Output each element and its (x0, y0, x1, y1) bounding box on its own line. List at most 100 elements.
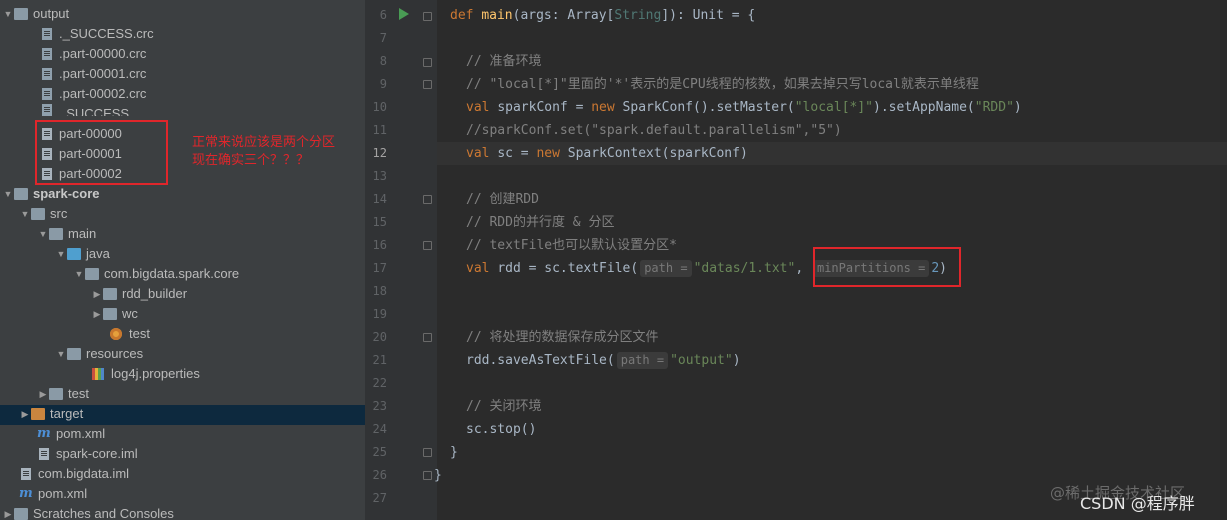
tree-item-root-pom[interactable]: m pom.xml (19, 484, 87, 504)
code-line-6[interactable]: def main(args: Array[String]): Unit = { (450, 4, 755, 27)
tree-item-test-folder[interactable]: ▶ test (37, 384, 89, 404)
chevron-down-icon[interactable]: ▼ (2, 184, 14, 204)
file-icon (39, 448, 49, 460)
code-line-15[interactable]: // RDD的并行度 & 分区 (466, 211, 614, 234)
tree-item-java[interactable]: ▼ java (55, 244, 110, 264)
tree-item-src[interactable]: ▼ src (19, 204, 68, 224)
project-tree-panel: ▼ output ._SUCCESS.crc .part-00000.crc .p… (0, 0, 365, 520)
code-line-16[interactable]: // textFile也可以默认设置分区* (466, 234, 677, 257)
fold-marker-icon[interactable] (423, 80, 432, 89)
tree-item-file[interactable]: .part-00001.crc (40, 64, 146, 84)
line-number: 25 (372, 445, 387, 459)
tree-item-file[interactable]: _SUCCESS (40, 104, 129, 116)
tree-item-test-object[interactable]: test (110, 324, 150, 344)
code-line-23[interactable]: // 关闭环境 (466, 395, 541, 418)
tree-item-wc[interactable]: ▶ wc (91, 304, 138, 324)
code-line-25[interactable]: } (450, 441, 458, 464)
param-hint-path: path = (616, 352, 669, 369)
code-line-24[interactable]: sc.stop() (466, 418, 536, 441)
line-number: 23 (372, 399, 387, 413)
tree-item-resources[interactable]: ▼ resources (55, 344, 144, 364)
minpartitions-highlight-box (813, 247, 961, 287)
code-line-20[interactable]: // 将处理的数据保存成分区文件 (466, 326, 658, 349)
tree-item-file[interactable]: .part-00000.crc (40, 44, 146, 64)
folder-icon (49, 228, 63, 240)
line-number: 22 (372, 376, 387, 390)
line-number: 24 (372, 422, 387, 436)
line-number: 15 (372, 215, 387, 229)
chevron-right-icon[interactable]: ▶ (37, 384, 49, 404)
tree-item-package[interactable]: ▼ com.bigdata.spark.core (73, 264, 240, 284)
fold-marker-icon[interactable] (423, 195, 432, 204)
fold-marker-icon[interactable] (423, 471, 432, 480)
file-icon (42, 68, 52, 80)
watermark-author: CSDN @程序胖 (1080, 494, 1195, 513)
tree-item-target[interactable]: ▶ target (19, 404, 84, 424)
line-number: 6 (379, 8, 387, 22)
tree-item-rdd-builder[interactable]: ▶ rdd_builder (91, 284, 188, 304)
code-line-9[interactable]: // "local[*]"里面的'*'表示的是CPU线程的核数，如果去掉只写lo… (466, 73, 979, 96)
tree-item-file[interactable]: ._SUCCESS.crc (40, 24, 154, 44)
properties-file-icon (92, 368, 104, 380)
fold-marker-icon[interactable] (423, 12, 432, 21)
package-icon (103, 288, 117, 300)
annotation-line-1: 正常来说应该是两个分区 (192, 135, 336, 150)
file-icon (21, 468, 31, 480)
line-number: 16 (372, 238, 387, 252)
chevron-right-icon[interactable]: ▶ (2, 504, 14, 520)
line-number: 20 (372, 330, 387, 344)
tree-item-iml[interactable]: spark-core.iml (37, 444, 138, 464)
source-folder-icon (67, 248, 81, 260)
scala-object-icon (110, 328, 122, 340)
folder-icon (31, 208, 45, 220)
fold-marker-icon[interactable] (423, 333, 432, 342)
module-folder-icon (14, 188, 28, 200)
tree-item-spark-core[interactable]: ▼ spark-core (2, 184, 100, 204)
chevron-right-icon[interactable]: ▶ (19, 404, 31, 424)
fold-marker-icon[interactable] (423, 58, 432, 67)
tree-item-scratches[interactable]: ▶ Scratches and Consoles (2, 504, 174, 520)
code-line-8[interactable]: // 准备环境 (466, 50, 541, 73)
file-icon (42, 48, 52, 60)
package-icon (85, 268, 99, 280)
folder-icon (14, 8, 28, 20)
line-number: 17 (372, 261, 387, 275)
line-number: 10 (372, 100, 387, 114)
tree-item-main[interactable]: ▼ main (37, 224, 97, 244)
chevron-down-icon[interactable]: ▼ (73, 264, 85, 284)
code-line-11[interactable]: //sparkConf.set("spark.default.paralleli… (466, 119, 842, 142)
run-icon[interactable] (399, 8, 409, 20)
line-number: 13 (372, 169, 387, 183)
tree-item-pom[interactable]: m pom.xml (37, 424, 105, 444)
chevron-down-icon[interactable]: ▼ (55, 344, 67, 364)
line-number: 19 (372, 307, 387, 321)
file-icon (42, 28, 52, 40)
chevron-right-icon[interactable]: ▶ (91, 304, 103, 324)
chevron-down-icon[interactable]: ▼ (55, 244, 67, 264)
line-number: 7 (379, 31, 387, 45)
code-line-26[interactable]: } (434, 464, 442, 487)
code-line-10[interactable]: val sparkConf = new SparkConf().setMaste… (466, 96, 1022, 119)
annotation-note: 正常来说应该是两个分区 现在确实三个？？？ (192, 134, 335, 170)
package-icon (103, 308, 117, 320)
maven-icon: m (19, 486, 33, 501)
tree-item-root-iml[interactable]: com.bigdata.iml (19, 464, 129, 484)
code-line-21[interactable]: rdd.saveAsTextFile(path = "output") (466, 349, 741, 372)
code-line-12[interactable]: val sc = new SparkContext(sparkConf) (466, 142, 748, 165)
chevron-down-icon[interactable]: ▼ (37, 224, 49, 244)
chevron-down-icon[interactable]: ▼ (19, 204, 31, 224)
tree-item-file[interactable]: .part-00002.crc (40, 84, 146, 104)
line-number: 26 (372, 468, 387, 482)
chevron-right-icon[interactable]: ▶ (91, 284, 103, 304)
tree-item-output[interactable]: ▼ output (2, 4, 70, 24)
file-icon (42, 88, 52, 100)
fold-marker-icon[interactable] (423, 448, 432, 457)
annotation-line-2: 现在确实三个？？？ (192, 153, 310, 168)
resources-folder-icon (67, 348, 81, 360)
chevron-down-icon[interactable]: ▼ (2, 4, 14, 24)
fold-marker-icon[interactable] (423, 241, 432, 250)
tree-item-log4j[interactable]: log4j.properties (92, 364, 200, 384)
code-line-14[interactable]: // 创建RDD (466, 188, 539, 211)
line-number: 12 (372, 146, 387, 160)
line-number: 9 (379, 77, 387, 91)
